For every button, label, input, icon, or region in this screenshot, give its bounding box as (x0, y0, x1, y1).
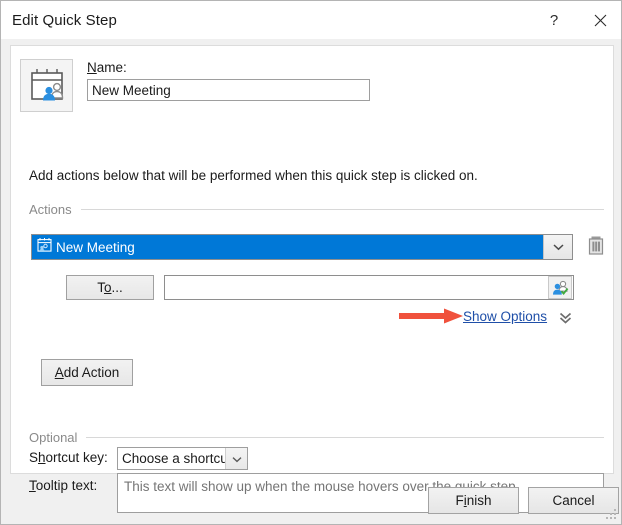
close-button[interactable] (577, 1, 622, 39)
optional-group-rule (86, 437, 604, 438)
add-action-button[interactable]: Add Action (41, 359, 133, 386)
to-recipients-field[interactable] (164, 275, 574, 300)
delete-action-button[interactable] (583, 234, 609, 260)
close-icon (594, 14, 607, 27)
shortcut-key-label: Shortcut key: (29, 450, 108, 465)
name-block: Name: (87, 60, 370, 101)
tooltip-text-label: Tooltip text: (29, 478, 97, 493)
dialog-title: Edit Quick Step (12, 12, 117, 29)
chevron-down-icon (553, 238, 564, 256)
action-dropdown-value: New Meeting (32, 235, 543, 259)
annotation-arrow (399, 307, 465, 325)
actions-group-label: Actions (29, 202, 81, 217)
name-label-rest: ame: (97, 60, 127, 75)
help-button[interactable]: ? (531, 1, 577, 39)
finish-button[interactable]: Finish (428, 487, 519, 514)
actions-group-rule (81, 209, 604, 210)
show-options-link[interactable]: Show Options (463, 309, 547, 324)
resize-grip[interactable] (606, 509, 618, 521)
name-label: Name: (87, 60, 370, 75)
check-names-icon[interactable] (548, 276, 572, 299)
chevron-down-icon (232, 450, 242, 468)
finish-button-label: Finish (455, 493, 491, 508)
add-action-label: Add Action (55, 365, 120, 380)
shortcut-key-dropdown[interactable]: Choose a shortcut (117, 447, 248, 470)
dialog-content-panel: Name: Add actions below that will be per… (10, 45, 614, 474)
action-selected-label: New Meeting (56, 240, 135, 255)
to-button[interactable]: To... (66, 275, 154, 300)
shortcut-dropdown-arrow[interactable] (225, 448, 247, 469)
new-meeting-icon (20, 59, 73, 112)
double-chevron-down-icon[interactable] (557, 309, 573, 325)
action-item-icon (36, 237, 53, 257)
actions-group-header: Actions (29, 202, 604, 217)
optional-group-label: Optional (29, 430, 86, 445)
trash-icon (587, 235, 605, 259)
shortcut-key-value: Choose a shortcut (118, 448, 225, 469)
edit-quick-step-dialog: Edit Quick Step ? (0, 0, 622, 525)
name-label-accel: N (87, 60, 97, 75)
optional-group-header: Optional (29, 430, 604, 445)
cancel-button-label: Cancel (552, 493, 594, 508)
question-mark-icon: ? (550, 12, 558, 29)
action-dropdown[interactable]: New Meeting (31, 234, 573, 260)
name-input[interactable] (87, 79, 370, 101)
description-text: Add actions below that will be performed… (29, 168, 478, 183)
title-bar-buttons: ? (531, 1, 622, 39)
quick-step-header: Name: (20, 59, 370, 112)
to-recipients-input[interactable] (165, 277, 548, 298)
to-button-label: To... (97, 280, 123, 295)
action-dropdown-arrow[interactable] (543, 235, 572, 259)
title-bar: Edit Quick Step ? (1, 1, 622, 39)
